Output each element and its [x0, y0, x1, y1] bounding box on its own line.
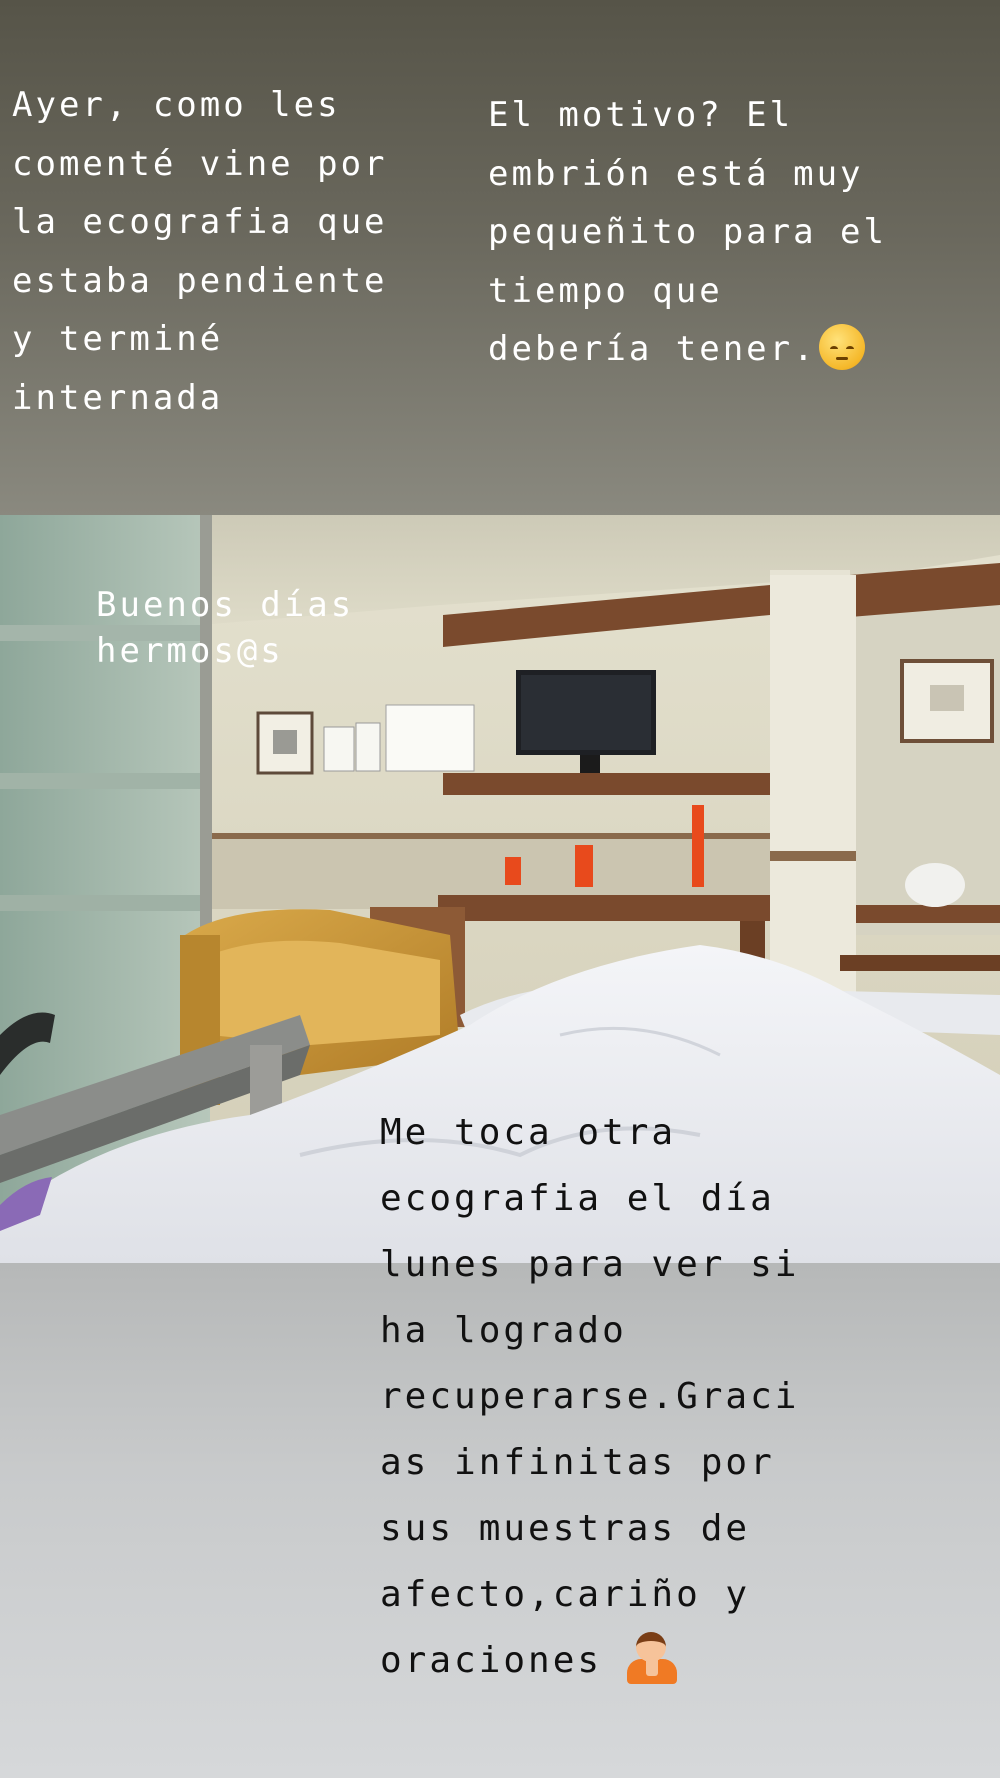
caption-update: Me toca otra ecografia el día lunes para…	[380, 1100, 799, 1694]
pensive-face-icon	[818, 324, 865, 370]
caption-update-text: Me toca otra ecografia el día lunes para…	[380, 1112, 800, 1681]
caption-intro: Ayer, como les comenté vine por la ecogr…	[12, 85, 388, 418]
caption-greeting: Buenos días hermos@s	[96, 585, 355, 671]
caption-reason: El motivo? El embrión está muy pequeñito…	[488, 86, 887, 379]
praying-person-icon	[626, 1632, 677, 1684]
